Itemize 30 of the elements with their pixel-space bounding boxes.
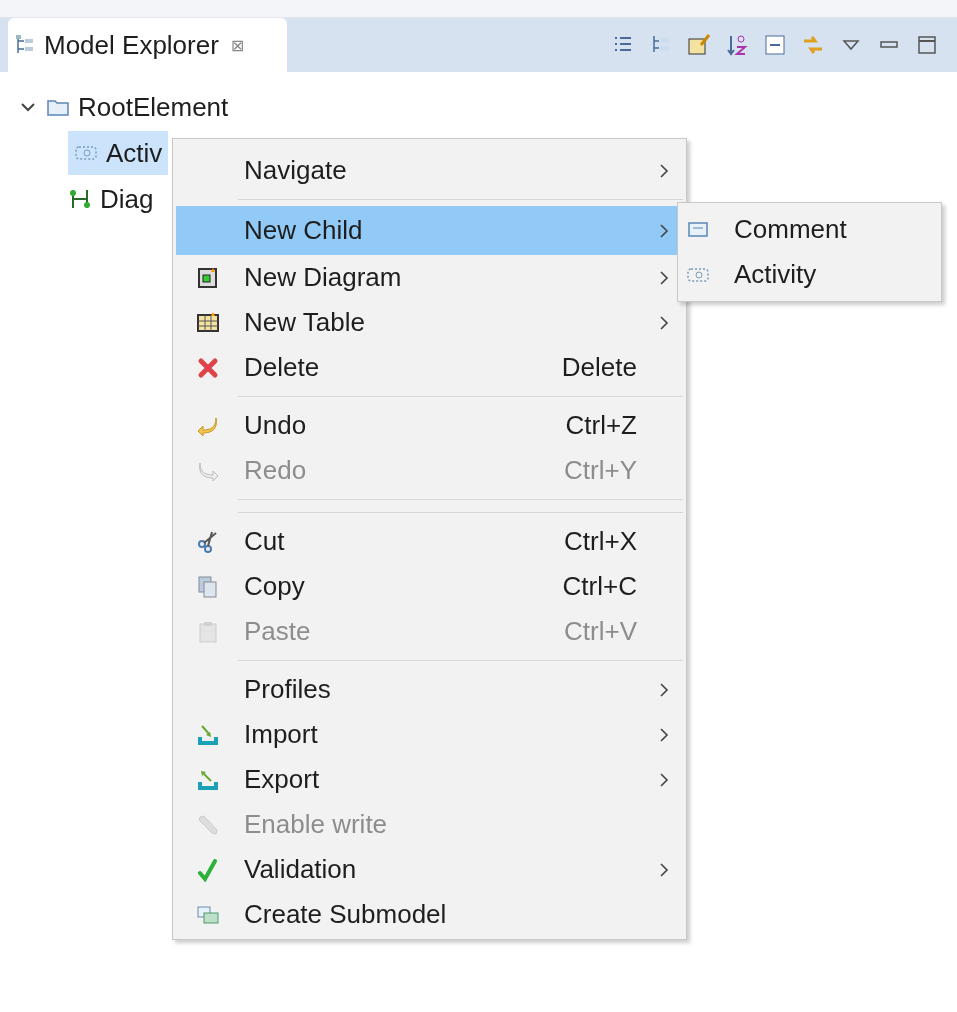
delete-icon <box>196 355 220 380</box>
pencil-icon <box>196 812 220 837</box>
minimize-icon[interactable] <box>880 41 898 48</box>
clipboard-icon <box>196 619 220 644</box>
table-icon <box>196 310 220 335</box>
sort-icon <box>725 33 749 57</box>
menu-item[interactable]: New Table <box>176 300 683 345</box>
close-icon[interactable]: ⊠ <box>230 35 245 55</box>
view-tab[interactable]: Model Explorer ⊠ <box>8 18 287 72</box>
copy-icon <box>196 574 220 599</box>
tree-item[interactable]: RootElement <box>46 84 229 130</box>
menu-item[interactable]: Undo Ctrl+Z <box>176 403 683 448</box>
collapse-icon <box>763 33 787 57</box>
view-title: Model Explorer <box>44 29 219 61</box>
menu-item[interactable]: Create Submodel <box>176 892 683 937</box>
edit-table-icon <box>687 33 711 57</box>
tree-item[interactable]: Diag <box>68 176 154 222</box>
diagram-icon <box>68 187 92 211</box>
menu-item[interactable]: Export <box>176 757 683 802</box>
menu-item[interactable]: Import <box>176 712 683 757</box>
menu-item[interactable]: Navigate <box>176 148 683 193</box>
checkmark-icon <box>196 857 220 882</box>
maximize-icon <box>915 33 939 57</box>
menu-item[interactable]: Cut Ctrl+X <box>176 519 683 564</box>
tree-item[interactable]: Activ <box>68 131 169 175</box>
menu-item[interactable]: Copy Ctrl+C <box>176 564 683 609</box>
diagram-icon <box>196 265 220 290</box>
menu-item[interactable]: Delete Delete <box>176 345 683 390</box>
menu-item[interactable]: Profiles <box>176 667 683 712</box>
menu-item[interactable]: Validation <box>176 847 683 892</box>
